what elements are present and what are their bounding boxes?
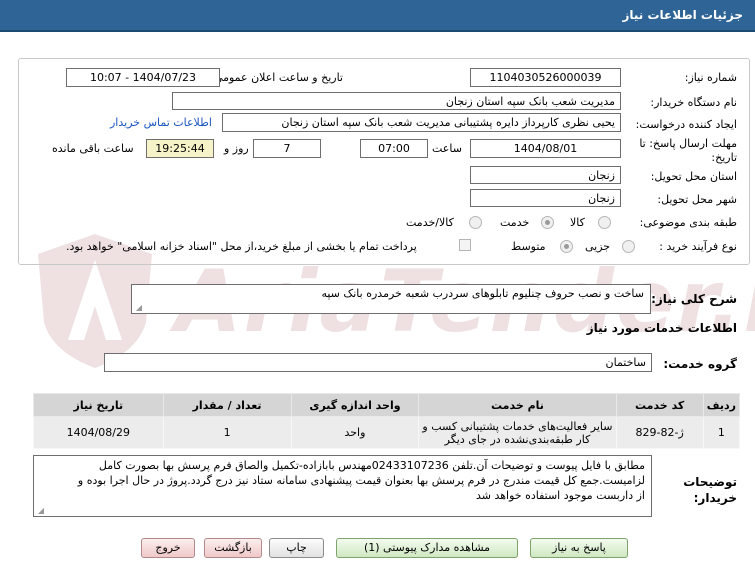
- announce-datetime-label: تاریخ و ساعت اعلان عمومی:: [210, 71, 343, 84]
- need-number-field: 1104030526000039: [470, 68, 621, 87]
- buyer-org-label: نام دستگاه خریدار:: [650, 96, 737, 109]
- description-field: ساخت و نصب حروف چنلیوم تابلوهای سردرب شع…: [131, 284, 651, 314]
- province-field: زنجان: [470, 166, 621, 184]
- treasury-payment-note: پرداخت تمام یا بخشی از مبلغ خرید،از محل …: [66, 240, 417, 253]
- exit-button[interactable]: خروج: [141, 538, 195, 558]
- deadline-time-label: ساعت: [432, 142, 462, 155]
- buyer-notes-line-1: مطابق با فایل پیوست و توضیحات آن.تلفن 02…: [98, 459, 645, 472]
- table-header-row: ردیف کد خدمت نام خدمت واحد اندازه گیری ت…: [33, 393, 741, 417]
- cell-date: 1404/08/29: [33, 416, 164, 449]
- category-label: طبقه بندی موضوعی:: [639, 216, 737, 229]
- remaining-time-label: ساعت باقی مانده: [52, 142, 134, 155]
- cell-code: ژ-82-829: [615, 416, 704, 449]
- category-radio-goods[interactable]: [598, 216, 611, 229]
- reply-button[interactable]: پاسخ به نیاز: [530, 538, 628, 558]
- buyer-org-field: مدیریت شعب بانک سپه استان زنجان: [172, 92, 621, 110]
- buyer-notes-line-3: از داربست موجود استفاده خواهد شد: [475, 489, 645, 502]
- city-field: زنجان: [470, 189, 621, 207]
- resize-grip-icon: ◢: [135, 303, 142, 312]
- category-option-goods-service: کالا/خدمت: [406, 216, 454, 229]
- city-label: شهر محل تحویل:: [657, 193, 737, 206]
- attachments-button[interactable]: مشاهده مدارک پیوستی (1): [336, 538, 518, 558]
- process-option-medium: متوسط: [511, 240, 546, 253]
- process-radio-medium[interactable]: [560, 240, 573, 253]
- cell-unit: واحد: [290, 416, 420, 449]
- category-radio-service[interactable]: [541, 216, 554, 229]
- col-unit: واحد اندازه گیری: [290, 393, 420, 417]
- service-group-field: ساختمان: [104, 353, 652, 372]
- requester-label: ایجاد کننده درخواست:: [635, 118, 737, 131]
- buyer-notes-line-2: لزامیست.جمع کل قیمت مندرج در فرم پرسش به…: [77, 474, 645, 487]
- buyer-notes-label: توضیحات خریدار:: [683, 475, 737, 505]
- category-radio-goods-service[interactable]: [469, 216, 482, 229]
- days-label: روز و: [224, 142, 249, 155]
- cell-row: 1: [702, 416, 741, 449]
- col-name: نام خدمت: [418, 393, 617, 417]
- back-button[interactable]: بازگشت: [204, 538, 262, 558]
- table-row: 1 ژ-82-829 سایر فعالیت‌های خدمات پشتیبان…: [33, 416, 741, 449]
- category-option-goods: کالا: [570, 216, 585, 229]
- description-label: شرح کلی نیاز:: [651, 292, 737, 306]
- category-option-service: خدمت: [500, 216, 530, 229]
- services-section-title: اطلاعات خدمات مورد نیاز: [586, 321, 737, 335]
- description-text: ساخت و نصب حروف چنلیوم تابلوهای سردرب شع…: [321, 287, 644, 300]
- requester-field: یحیی نظری کارپرداز دایره پشتیبانی مدیریت…: [222, 113, 621, 132]
- process-option-minor: جزیی: [585, 240, 611, 253]
- col-row: ردیف: [702, 393, 741, 417]
- window-header: جزئیات اطلاعات نیاز: [0, 0, 755, 32]
- province-label: استان محل تحویل:: [650, 170, 737, 183]
- cell-name: سایر فعالیت‌های خدمات پشتیبانی کسب و کار…: [418, 416, 617, 449]
- page-title: جزئیات اطلاعات نیاز: [622, 8, 743, 22]
- buyer-notes-field: مطابق با فایل پیوست و توضیحات آن.تلفن 02…: [33, 455, 652, 517]
- resize-grip-icon: ◢: [37, 506, 44, 515]
- announce-datetime-field: 1404/07/23 - 10:07: [66, 68, 220, 87]
- print-button[interactable]: چاپ: [269, 538, 324, 558]
- col-qty: تعداد / مقدار: [162, 393, 292, 417]
- remaining-time-field: 19:25:44: [146, 139, 214, 158]
- col-date: تاریخ نیاز: [33, 393, 164, 417]
- process-label: نوع فرآیند خرید :: [659, 240, 737, 253]
- treasury-payment-checkbox[interactable]: [459, 239, 471, 251]
- service-group-label: گروه خدمت:: [663, 357, 737, 371]
- deadline-time-field: 07:00: [360, 139, 428, 158]
- deadline-date-field: 1404/08/01: [470, 139, 621, 158]
- days-count-field: 7: [253, 139, 321, 158]
- col-code: کد خدمت: [615, 393, 704, 417]
- deadline-label: مهلت ارسال پاسخ: تا تاریخ:: [639, 137, 737, 164]
- need-number-label: شماره نیاز:: [684, 71, 737, 84]
- process-radio-minor[interactable]: [622, 240, 635, 253]
- buyer-contact-link[interactable]: اطلاعات تماس خریدار: [110, 116, 212, 129]
- services-table: ردیف کد خدمت نام خدمت واحد اندازه گیری ت…: [33, 393, 741, 449]
- cell-qty: 1: [162, 416, 292, 449]
